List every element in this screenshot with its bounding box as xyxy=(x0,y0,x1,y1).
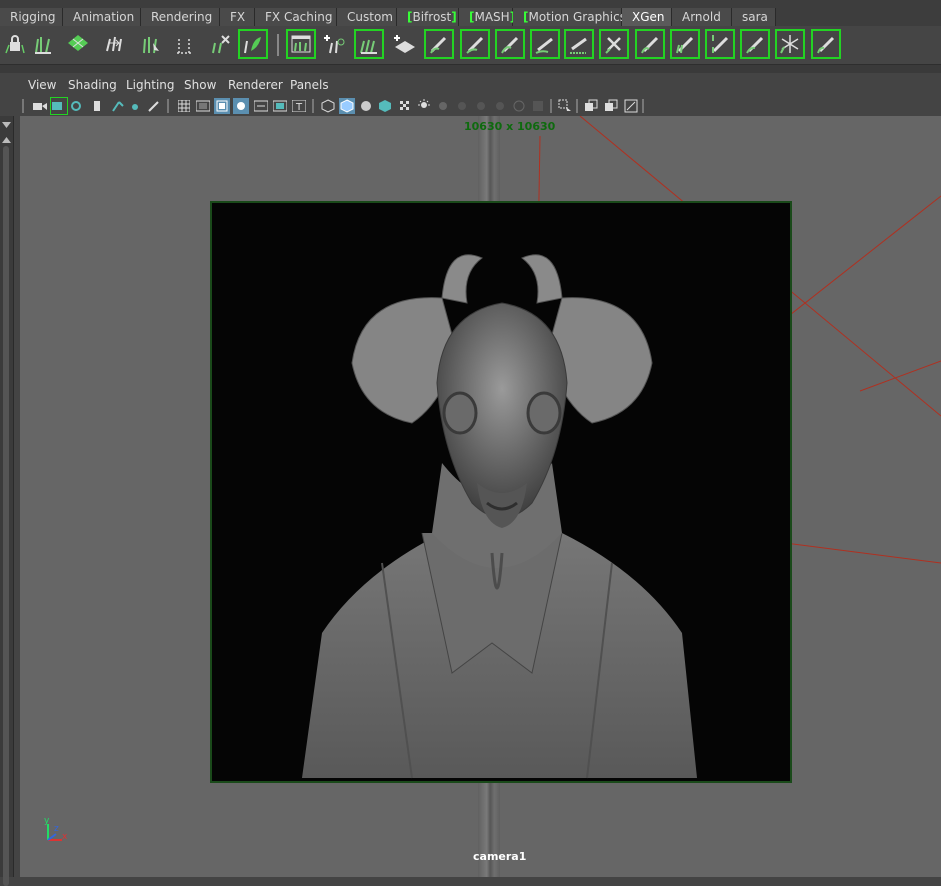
xgen-lock-icon[interactable] xyxy=(0,29,30,59)
xgen-sculpt-brush-icon[interactable] xyxy=(424,29,454,59)
resolution-gate xyxy=(210,201,792,783)
tab-rendering[interactable]: Rendering xyxy=(141,8,220,26)
motion-blur-icon[interactable] xyxy=(473,98,489,114)
grease-pencil-icon[interactable] xyxy=(146,98,162,114)
2d-pan-zoom-icon[interactable] xyxy=(110,98,126,114)
panel-toolbar: T xyxy=(20,96,941,116)
tab-fx-caching[interactable]: FX Caching xyxy=(255,8,337,26)
smooth-shade-icon[interactable] xyxy=(339,98,355,114)
camera-name-label: camera1 xyxy=(473,850,527,863)
tab-bifrost[interactable]: [Bifrost] xyxy=(397,8,459,26)
shelf-tab-bar: Rigging Animation Rendering FX FX Cachin… xyxy=(0,0,941,26)
panel-menu-bar: View Shading Lighting Show Renderer Pane… xyxy=(20,76,941,96)
tab-custom[interactable]: Custom xyxy=(337,8,397,26)
xray-active-icon[interactable] xyxy=(603,98,619,114)
menu-shading[interactable]: Shading xyxy=(68,78,117,92)
xgen-grid-plane-icon[interactable] xyxy=(63,29,93,59)
menu-renderer[interactable]: Renderer xyxy=(228,78,283,92)
axis-z-label: z xyxy=(54,824,59,834)
xgen-comb-icon[interactable] xyxy=(354,29,384,59)
grease-pencil-icon[interactable] xyxy=(128,98,144,114)
bracket-icon: ] xyxy=(451,10,457,24)
svg-text:T: T xyxy=(295,102,303,112)
depth-of-field-icon[interactable] xyxy=(511,98,527,114)
textured-icon[interactable] xyxy=(377,98,393,114)
shadows-icon[interactable] xyxy=(435,98,451,114)
xgen-grab-brush-icon[interactable] xyxy=(705,29,735,59)
camera-attributes-icon[interactable] xyxy=(50,97,68,115)
xgen-add-description-icon[interactable] xyxy=(390,29,420,59)
xgen-twist-brush-icon[interactable] xyxy=(495,29,525,59)
toolbar-divider xyxy=(576,99,578,113)
xgen-grass-icon[interactable] xyxy=(28,29,58,59)
xgen-cut-guide-icon[interactable] xyxy=(206,29,236,59)
tab-motion-graphics[interactable]: [Motion Graphics] xyxy=(513,8,631,26)
hud-icon[interactable] xyxy=(623,98,639,114)
xgen-leaf-icon[interactable] xyxy=(238,29,268,59)
viewport-panel[interactable]: 10630 x 10630 y x z camera1 xyxy=(20,116,941,877)
camera-select-icon[interactable] xyxy=(32,98,48,114)
axis-x-label: x xyxy=(62,832,68,842)
xgen-add-guide-icon[interactable] xyxy=(320,29,350,59)
tab-mash[interactable]: [MASH] xyxy=(459,8,515,26)
toolbar-divider xyxy=(22,99,24,113)
wireframe-icon[interactable] xyxy=(320,98,336,114)
vertical-scrollbar[interactable] xyxy=(3,146,9,886)
menu-show[interactable]: Show xyxy=(184,78,216,92)
shelf-divider xyxy=(277,34,279,56)
xray-active-icon[interactable] xyxy=(583,98,599,114)
axis-y-label: y xyxy=(44,816,50,826)
xgen-cut-brush-icon[interactable] xyxy=(635,29,665,59)
xgen-shelf xyxy=(0,26,941,65)
menu-lighting[interactable]: Lighting xyxy=(126,78,175,92)
shelf-separator xyxy=(0,65,941,73)
xgen-width-brush-icon[interactable] xyxy=(564,29,594,59)
xgen-brush-guide-icon[interactable] xyxy=(169,29,199,59)
xgen-freeze-brush-icon[interactable] xyxy=(740,29,770,59)
xgen-smooth-brush-icon[interactable] xyxy=(460,29,490,59)
tab-rigging[interactable]: Rigging xyxy=(0,8,63,26)
toolbar-divider xyxy=(550,99,552,113)
image-plane-icon[interactable] xyxy=(90,98,106,114)
toolbar-divider xyxy=(642,99,644,113)
xgen-noise-brush-icon[interactable] xyxy=(599,29,629,59)
xray-joints-icon[interactable] xyxy=(557,98,573,114)
tab-arnold[interactable]: Arnold xyxy=(672,8,732,26)
left-side-strip xyxy=(0,116,14,886)
grid-icon[interactable] xyxy=(176,98,192,114)
isolate-select-icon[interactable] xyxy=(530,98,546,114)
xgen-clump-brush-icon[interactable] xyxy=(670,29,700,59)
xgen-arrows-icon[interactable] xyxy=(99,29,129,59)
bookmark-icon[interactable] xyxy=(70,98,86,114)
multisample-aa-icon[interactable] xyxy=(492,98,508,114)
xray-icon[interactable] xyxy=(397,98,413,114)
safe-title-icon[interactable]: T xyxy=(291,98,307,114)
resolution-gate-icon[interactable] xyxy=(214,98,230,114)
menu-panels[interactable]: Panels xyxy=(290,78,329,92)
toolbar-divider xyxy=(312,99,314,113)
tab-xgen[interactable]: XGen xyxy=(622,8,672,26)
xgen-grass-select-icon[interactable] xyxy=(135,29,165,59)
toolbar-divider xyxy=(167,99,169,113)
film-gate-icon[interactable] xyxy=(195,98,211,114)
use-all-lights-icon[interactable] xyxy=(416,98,432,114)
xgen-paint-brush-icon[interactable] xyxy=(811,29,841,59)
wireframe-on-shaded-icon[interactable] xyxy=(358,98,374,114)
menu-view[interactable]: View xyxy=(28,78,56,92)
sculpt-bust-render xyxy=(302,254,697,779)
resolution-readout: 10630 x 10630 xyxy=(464,120,556,133)
tab-animation[interactable]: Animation xyxy=(63,8,141,26)
xgen-bend-brush-icon[interactable] xyxy=(530,29,560,59)
arrow-down-icon[interactable] xyxy=(2,122,11,130)
arrow-up-icon[interactable] xyxy=(2,137,11,145)
tab-fx[interactable]: FX xyxy=(220,8,255,26)
tab-sara[interactable]: sara xyxy=(732,8,776,26)
xgen-snowflake-icon[interactable] xyxy=(775,29,805,59)
gate-mask-icon[interactable] xyxy=(233,98,249,114)
xgen-editor-icon[interactable] xyxy=(286,29,316,59)
safe-action-icon[interactable] xyxy=(272,98,288,114)
screen-space-ao-icon[interactable] xyxy=(454,98,470,114)
field-chart-icon[interactable] xyxy=(253,98,269,114)
